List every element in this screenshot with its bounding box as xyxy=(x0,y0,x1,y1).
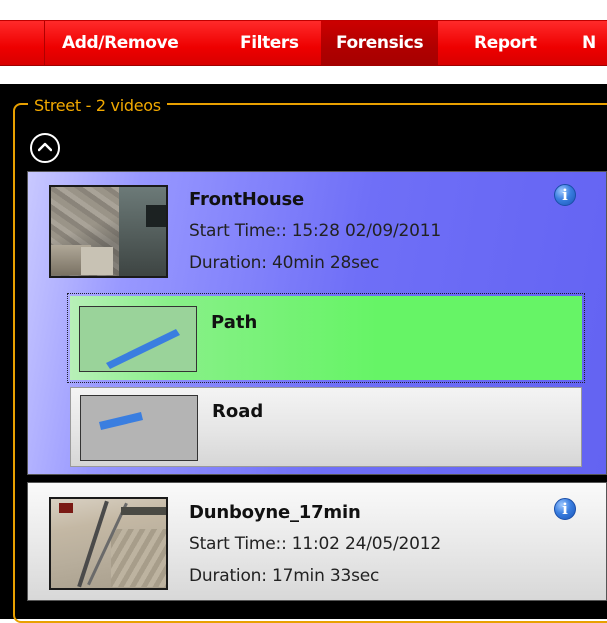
menu-item-filters[interactable]: Filters xyxy=(240,21,299,65)
video-duration: Duration: 17min 33sec xyxy=(189,566,380,586)
menu-separator xyxy=(44,21,45,65)
menu-item-forensics-label: Forensics xyxy=(336,33,424,53)
region-shape-icon xyxy=(106,329,180,369)
region-shape-icon xyxy=(99,412,143,430)
region-label: Path xyxy=(211,312,258,333)
menu-item-add-remove[interactable]: Add/Remove xyxy=(62,21,179,65)
menu-bar: Add/Remove Filters Forensics Report N xyxy=(0,20,607,66)
video-card-dunboyne[interactable]: Dunboyne_17min Start Time:: 11:02 24/05/… xyxy=(27,482,607,601)
video-thumbnail xyxy=(49,185,168,278)
video-start-time: Start Time:: 11:02 24/05/2012 xyxy=(189,534,441,554)
region-label: Road xyxy=(212,401,264,422)
region-thumbnail xyxy=(79,306,197,372)
region-item-road[interactable]: Road xyxy=(70,387,582,467)
menu-item-n[interactable]: N xyxy=(582,21,596,65)
video-title: FrontHouse xyxy=(189,189,304,210)
region-thumbnail xyxy=(80,395,198,461)
group-title: Street - 2 videos xyxy=(28,94,167,118)
region-item-path[interactable]: Path xyxy=(67,293,585,383)
video-start-time: Start Time:: 15:28 02/09/2011 xyxy=(189,221,441,241)
video-thumbnail xyxy=(49,497,168,590)
video-duration: Duration: 40min 28sec xyxy=(189,253,380,273)
menu-item-report[interactable]: Report xyxy=(474,21,537,65)
menu-item-forensics[interactable]: Forensics xyxy=(321,21,439,65)
info-icon[interactable]: i xyxy=(554,498,576,520)
chevron-up-icon xyxy=(38,142,52,152)
collapse-group-button[interactable] xyxy=(30,133,60,163)
video-title: Dunboyne_17min xyxy=(189,502,361,523)
info-icon[interactable]: i xyxy=(554,184,576,206)
